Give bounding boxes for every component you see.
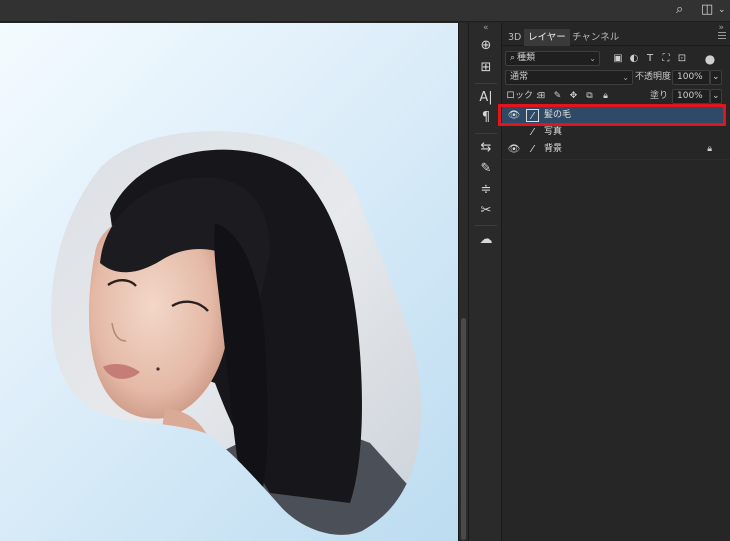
chevron-down-icon[interactable]: ⌄ [718, 2, 726, 18]
opacity-dropdown[interactable]: ⌄ [710, 70, 722, 85]
collapse-arrows-icon[interactable]: « [483, 23, 489, 33]
tool-presets-icon[interactable]: ✂ [477, 202, 495, 220]
lock-transparent-icon[interactable]: ⊞ [536, 91, 547, 102]
lock-label: ロック : [506, 91, 539, 101]
layer-name: 背景 [544, 144, 563, 154]
history-icon[interactable]: ⇆ [477, 139, 495, 157]
scrollbar-thumb[interactable] [461, 318, 466, 540]
smart-object-filter-icon[interactable]: ⊡ [676, 53, 688, 65]
photoshop-window: ⌕ ◫ ⌄ « ⊕ ⊞ A| ¶ ⇆ ✎ ≑ ✂ ☁ » 3D レイヤー チャン… [0, 0, 730, 541]
layers-panel: » 3D レイヤー チャンネル ⌕ 種類 ⌄ ▣ ◐ T ⛶ ⊡ ● 通常 ⌄ 不… [502, 23, 730, 541]
selected-layer-highlight [498, 104, 726, 126]
clone-stamp-icon[interactable]: ⊞ [477, 59, 495, 77]
brush-layer-thumbnail: ⁄ [531, 144, 534, 155]
tab-3d[interactable]: 3D [504, 29, 525, 46]
layer-row-photo[interactable]: ⁄ 写真 [502, 124, 724, 141]
panel-tool-strip: « ⊕ ⊞ A| ¶ ⇆ ✎ ≑ ✂ ☁ [468, 23, 502, 541]
pixel-filter-icon[interactable]: ▣ [612, 53, 624, 65]
lock-artboard-icon[interactable]: ⧉ [584, 91, 595, 102]
lock-image-icon[interactable]: ✎ [552, 91, 563, 102]
blend-mode-select[interactable]: 通常 ⌄ [505, 70, 633, 85]
fill-label: 塗り : [650, 91, 674, 101]
lock-icon[interactable]: 🔒︎ [707, 141, 712, 158]
opacity-label: 不透明度 : [635, 72, 677, 82]
filter-toggle-icon[interactable]: ● [704, 53, 716, 65]
chevron-down-icon: ⌄ [712, 91, 720, 101]
brush-icon[interactable]: ✎ [477, 160, 495, 178]
tab-channels[interactable]: チャンネル [568, 29, 623, 46]
layer-filter-select[interactable]: ⌕ 種類 ⌄ [505, 51, 600, 66]
top-bar: ⌕ ◫ ⌄ [0, 0, 730, 22]
creative-cloud-icon[interactable]: ☁ [477, 231, 495, 249]
canvas-scrollbar[interactable] [458, 23, 468, 541]
chevron-down-icon: ⌄ [622, 73, 629, 82]
chevron-down-icon: ⌄ [712, 72, 720, 82]
layer-name: 写真 [544, 127, 563, 137]
document-canvas[interactable] [0, 23, 458, 541]
search-icon[interactable]: ⌕ [676, 2, 683, 18]
adjustments-icon[interactable]: ≑ [477, 181, 495, 199]
type-filter-icon[interactable]: T [644, 53, 656, 65]
workspace-icon[interactable]: ◫ [701, 2, 713, 18]
layer-row-background[interactable]: 👁︎ ⁄ 背景 🔒︎ [502, 141, 724, 158]
fill-dropdown[interactable]: ⌄ [710, 89, 722, 104]
layers-panel-empty-area [502, 159, 730, 541]
character-icon[interactable]: A| [477, 89, 495, 107]
3d-icon[interactable]: ⊕ [477, 37, 495, 55]
lock-all-icon[interactable]: 🔒︎ [600, 91, 611, 102]
tab-layers[interactable]: レイヤー [524, 29, 570, 46]
blend-mode-value: 通常 [510, 72, 529, 82]
paragraph-icon[interactable]: ¶ [477, 109, 495, 127]
filter-value: 種類 [517, 53, 536, 63]
hair-photo-mask [51, 131, 422, 535]
search-icon: ⌕ [510, 53, 516, 63]
opacity-field[interactable]: 100% [672, 70, 710, 85]
eye-icon[interactable]: 👁︎ [507, 141, 521, 158]
panel-tabs: 3D レイヤー チャンネル [502, 29, 730, 46]
adjustment-filter-icon[interactable]: ◐ [628, 53, 640, 65]
shape-filter-icon[interactable]: ⛶ [660, 53, 672, 65]
fill-field[interactable]: 100% [672, 89, 710, 104]
brush-layer-thumbnail: ⁄ [531, 127, 534, 138]
chevron-down-icon: ⌄ [589, 54, 596, 63]
lock-position-icon[interactable]: ✥ [568, 91, 579, 102]
panel-menu-icon[interactable] [718, 32, 726, 41]
